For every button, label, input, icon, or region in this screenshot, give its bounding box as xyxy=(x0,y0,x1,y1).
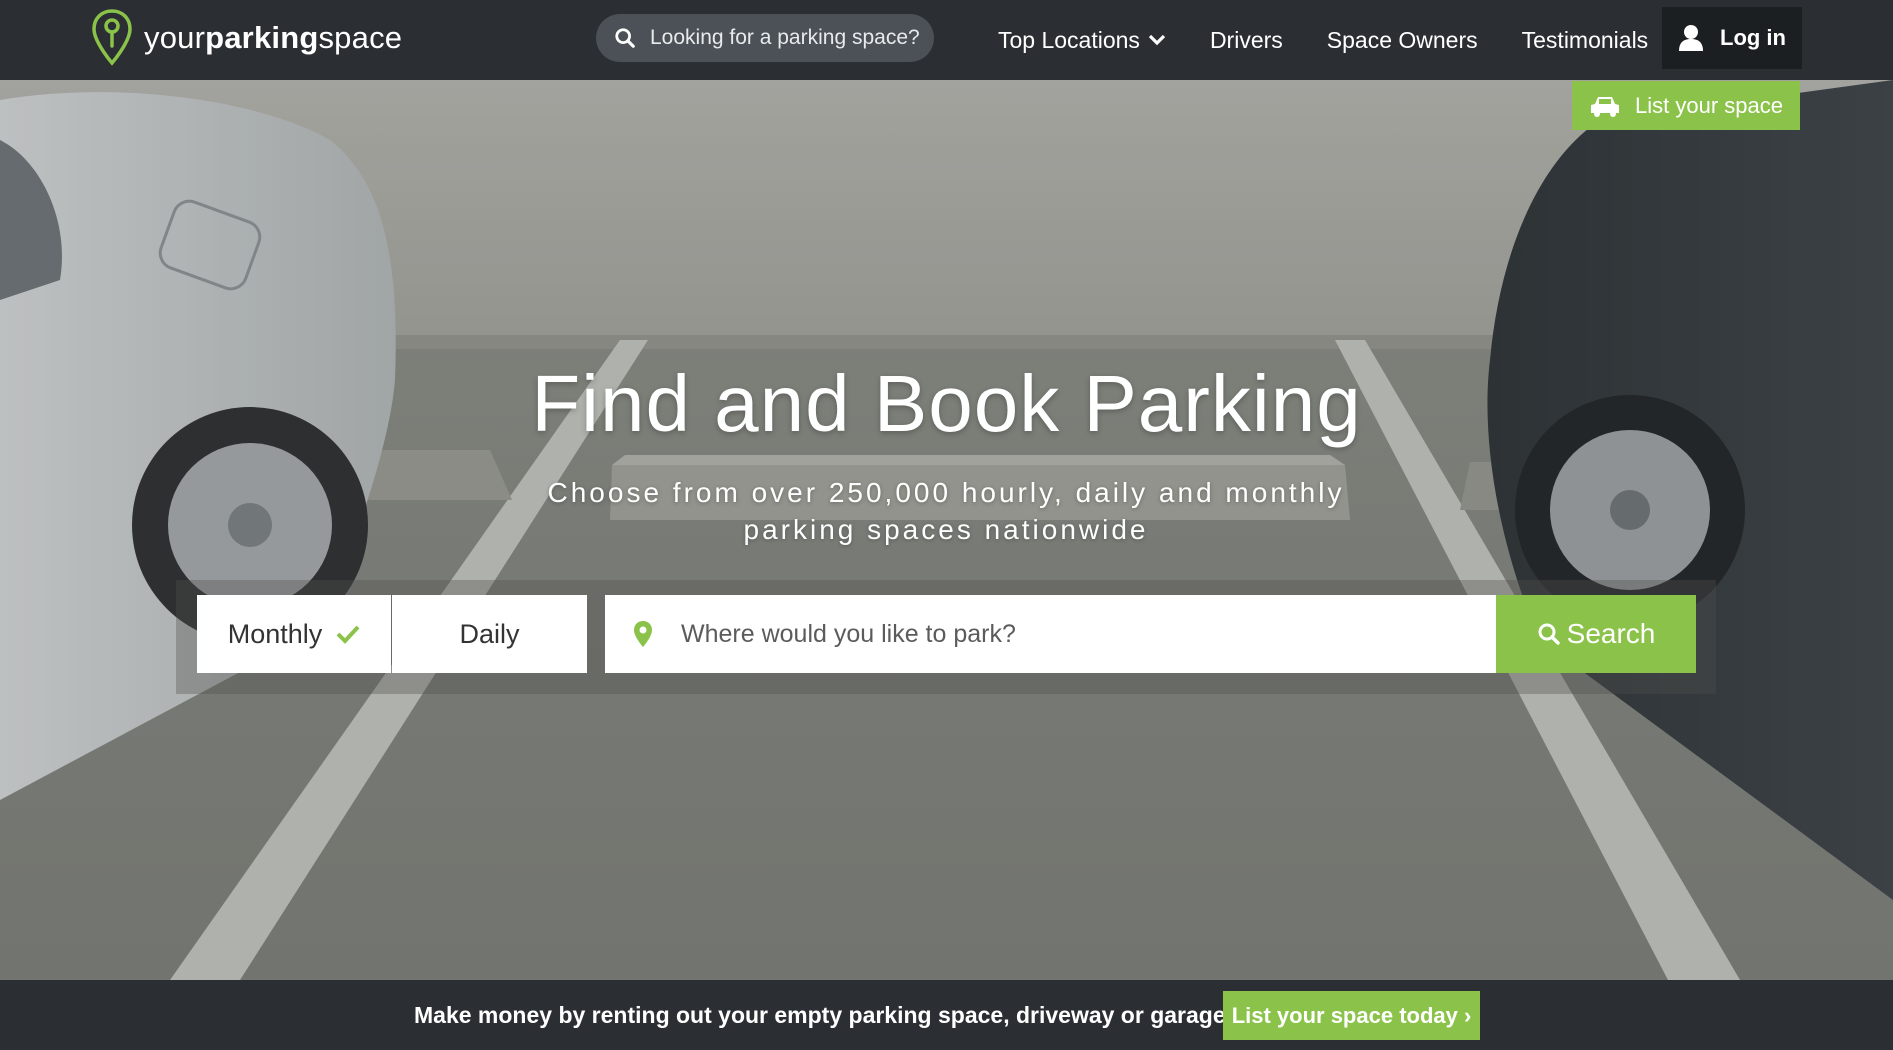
user-icon xyxy=(1679,25,1703,51)
nav-link-label: Top Locations xyxy=(998,26,1140,53)
site-logo[interactable]: yourparkingspace xyxy=(90,8,402,68)
hero-title: Find and Book Parking xyxy=(531,359,1362,448)
checkmark-icon xyxy=(336,625,360,644)
login-button[interactable]: Log in xyxy=(1662,7,1802,69)
map-marker-icon xyxy=(634,621,652,647)
hero-subtitle-line-1: Choose from over 250,000 hourly, daily a… xyxy=(547,477,1345,508)
main-menu: Top Locations Drivers Space Owners Testi… xyxy=(998,0,1692,80)
header-search-placeholder: Looking for a parking space? xyxy=(650,26,920,49)
car-icon xyxy=(1591,96,1620,117)
nav-link-space-owners[interactable]: Space Owners xyxy=(1327,27,1478,54)
tab-daily-label: Daily xyxy=(459,618,520,649)
map-pin-logo-icon xyxy=(92,9,132,66)
hero-subtitle-line-2: parking spaces nationwide xyxy=(743,514,1149,545)
chevron-down-icon xyxy=(1148,34,1166,46)
hero-subtitle: Choose from over 250,000 hourly, daily a… xyxy=(546,474,1346,548)
tab-monthly-label: Monthly xyxy=(227,618,323,649)
logo-wordmark: yourparkingspace xyxy=(144,20,403,55)
list-space-today-button[interactable]: List your space today › xyxy=(1223,991,1480,1040)
promo-bar: Make money by renting out your empty par… xyxy=(0,980,1893,1050)
location-input[interactable] xyxy=(679,618,1463,650)
login-label: Log in xyxy=(1720,25,1786,50)
hero-section: Find and Book Parking Choose from over 2… xyxy=(0,80,1893,980)
list-your-space-label: List your space xyxy=(1635,92,1783,118)
header-search-box[interactable]: Looking for a parking space? xyxy=(596,14,934,62)
magnifier-icon xyxy=(1538,623,1560,645)
promo-message: Make money by renting out your empty par… xyxy=(414,1002,1233,1028)
search-button[interactable]: Search xyxy=(1496,595,1696,673)
magnifier-icon xyxy=(615,28,635,48)
top-navigation-bar: yourparkingspace Looking for a parking s… xyxy=(0,0,1893,80)
list-your-space-button[interactable]: List your space xyxy=(1572,81,1800,130)
nav-link-top-locations[interactable]: Top Locations xyxy=(998,27,1166,54)
search-button-label: Search xyxy=(1566,618,1656,649)
location-search-field[interactable] xyxy=(605,595,1496,673)
nav-link-testimonials[interactable]: Testimonials xyxy=(1522,27,1649,54)
tab-daily[interactable]: Daily xyxy=(392,595,587,673)
tab-monthly[interactable]: Monthly xyxy=(197,595,391,673)
nav-link-drivers[interactable]: Drivers xyxy=(1210,27,1283,54)
